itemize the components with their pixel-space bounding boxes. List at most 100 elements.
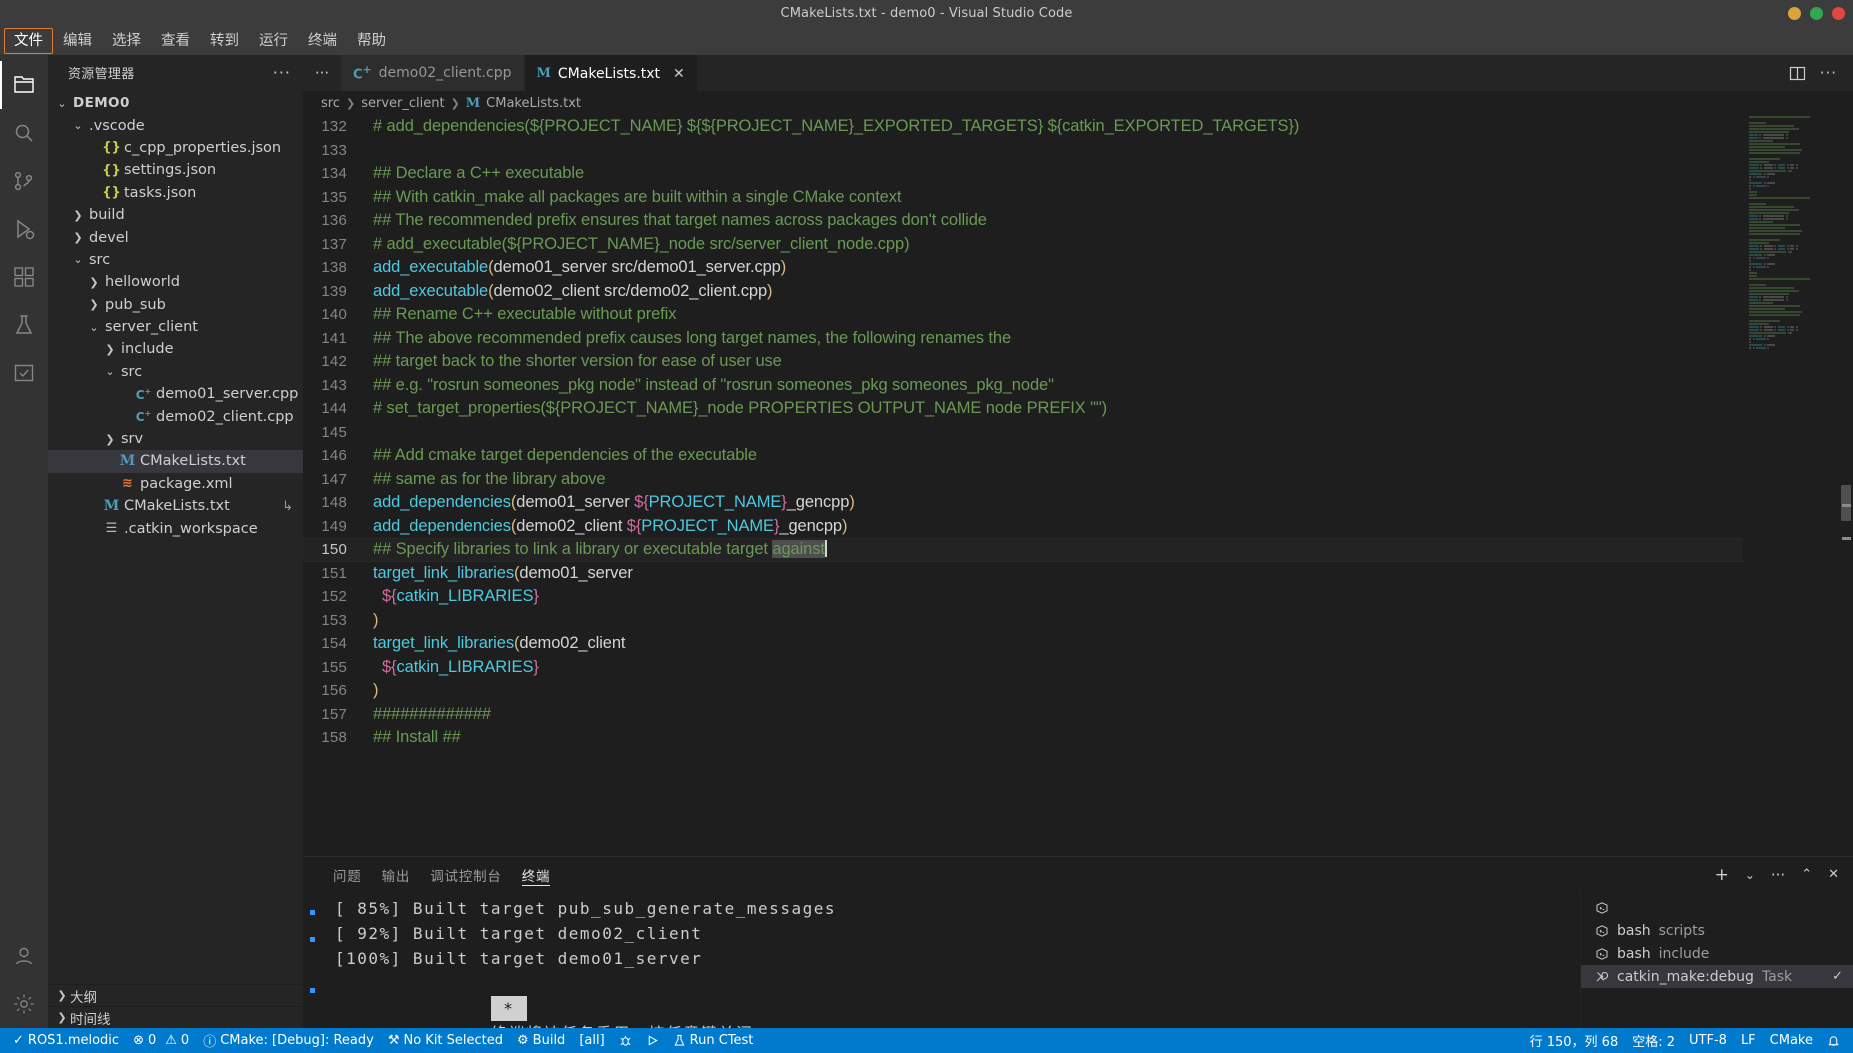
breadcrumb-item-server-client[interactable]: server_client xyxy=(361,96,444,111)
minimap[interactable] xyxy=(1743,115,1839,856)
minimize-button[interactable] xyxy=(1788,7,1801,20)
new-terminal-icon[interactable]: + xyxy=(1715,865,1729,885)
panel-more-icon[interactable]: ··· xyxy=(1771,866,1785,884)
code-line[interactable]: 151 target_link_libraries(demo01_server xyxy=(303,562,1743,586)
code-line[interactable]: 133 xyxy=(303,139,1743,163)
code-line[interactable]: 143 ## e.g. "rosrun someones_pkg node" in… xyxy=(303,374,1743,398)
code-line[interactable]: 135 ## With catkin_make all packages are … xyxy=(303,186,1743,210)
terminal-list-item[interactable]: bash scripts xyxy=(1581,919,1853,942)
menu-file[interactable]: 文件 xyxy=(4,28,53,54)
run-debug-icon[interactable] xyxy=(0,205,48,253)
menu-terminal[interactable]: 终端 xyxy=(298,28,347,54)
terminal-list-item[interactable]: bash include xyxy=(1581,942,1853,965)
tab-demo02-client-cpp[interactable]: C+ demo02_client.cpp xyxy=(341,55,525,91)
code-line[interactable]: 147 ## same as for the library above xyxy=(303,468,1743,492)
tree-item-settings-json[interactable]: {} settings.json xyxy=(48,159,303,181)
close-icon[interactable]: ✕ xyxy=(673,66,685,82)
menu-selection[interactable]: 选择 xyxy=(102,28,151,54)
status-problems[interactable]: ⊗ 0 ⚠ 0 xyxy=(126,1028,196,1053)
maximize-panel-icon[interactable]: ⌃ xyxy=(1801,867,1812,882)
breadcrumb-item-src[interactable]: src xyxy=(321,96,340,111)
more-actions-icon[interactable]: ··· xyxy=(1820,64,1837,82)
status-cursor-position[interactable]: 行 150，列 68 xyxy=(1523,1028,1626,1053)
code-line[interactable]: 141 ## The above recommended prefix cause… xyxy=(303,327,1743,351)
code-line[interactable]: 138 add_executable(demo01_server src/demo… xyxy=(303,256,1743,280)
tab-terminal[interactable]: 终端 xyxy=(512,857,561,892)
code-line[interactable]: 153) xyxy=(303,609,1743,633)
code-editor[interactable]: 132 # add_dependencies(${PROJECT_NAME} ${… xyxy=(303,115,1853,856)
tree-item--vscode[interactable]: ⌄ .vscode xyxy=(48,114,303,136)
tree-item-include[interactable]: ❯ include xyxy=(48,338,303,360)
status-indentation[interactable]: 空格: 2 xyxy=(1625,1028,1682,1053)
scrollbar-thumb[interactable] xyxy=(1841,485,1851,521)
tree-item-src[interactable]: ⌄ src xyxy=(48,249,303,271)
source-control-icon[interactable] xyxy=(0,157,48,205)
code-line[interactable]: 152 ${catkin_LIBRARIES} xyxy=(303,585,1743,609)
tree-item-server-client[interactable]: ⌄ server_client xyxy=(48,316,303,338)
status-encoding[interactable]: UTF-8 xyxy=(1682,1028,1734,1053)
code-line[interactable]: 132 # add_dependencies(${PROJECT_NAME} ${… xyxy=(303,115,1743,139)
code-lines[interactable]: 132 # add_dependencies(${PROJECT_NAME} ${… xyxy=(303,115,1743,856)
maximize-button[interactable] xyxy=(1810,7,1823,20)
status-kit[interactable]: ⚒ No Kit Selected xyxy=(381,1028,510,1053)
sidebar-section-timeline[interactable]: ❯ 时间线 xyxy=(48,1006,303,1028)
testing-icon[interactable] xyxy=(0,301,48,349)
code-line[interactable]: 157 ############# xyxy=(303,703,1743,727)
tree-item--catkin-workspace[interactable]: ☰ .catkin_workspace xyxy=(48,517,303,539)
code-line[interactable]: 149 add_dependencies(demo02_client ${PROJ… xyxy=(303,515,1743,539)
status-notifications[interactable] xyxy=(1820,1028,1847,1053)
editor-scrollbar[interactable] xyxy=(1839,115,1853,856)
search-icon[interactable] xyxy=(0,109,48,157)
tab-output[interactable]: 输出 xyxy=(372,857,421,892)
status-launch[interactable] xyxy=(639,1028,666,1053)
status-language-mode[interactable]: CMake xyxy=(1763,1028,1820,1053)
code-line[interactable]: 142 ## target back to the shorter version… xyxy=(303,350,1743,374)
tree-item-devel[interactable]: ❯ devel xyxy=(48,226,303,248)
status-debug[interactable] xyxy=(612,1028,639,1053)
cmake-icon[interactable] xyxy=(0,349,48,397)
terminal-output[interactable]: [ 85%] Built target pub_sub_generate_mes… xyxy=(323,892,1580,1028)
tab-problems[interactable]: 问题 xyxy=(323,857,372,892)
code-line[interactable]: 158 ## Install ## xyxy=(303,726,1743,750)
breadcrumb-item-file[interactable]: CMakeLists.txt xyxy=(486,96,581,111)
tree-item-cmakelists-txt[interactable]: M CMakeLists.txt ↳ xyxy=(48,495,303,517)
tree-item-package-xml[interactable]: ≋ package.xml xyxy=(48,473,303,495)
tab-overflow-icon[interactable]: ··· xyxy=(303,55,341,91)
tab-cmakelists-txt[interactable]: M CMakeLists.txt ✕ xyxy=(524,55,698,91)
code-line-active[interactable]: 150 ## Specify libraries to link a librar… xyxy=(303,538,1743,562)
tree-item-cmakelists-txt[interactable]: M CMakeLists.txt xyxy=(48,450,303,473)
tree-item-c-cpp-properties-json[interactable]: {} c_cpp_properties.json xyxy=(48,137,303,159)
code-line[interactable]: 145 xyxy=(303,421,1743,445)
tree-item-demo02-client-cpp[interactable]: C+ demo02_client.cpp xyxy=(48,405,303,427)
code-line[interactable]: 134 ## Declare a C++ executable xyxy=(303,162,1743,186)
menu-go[interactable]: 转到 xyxy=(200,28,249,54)
tree-item-demo01-server-cpp[interactable]: C+ demo01_server.cpp xyxy=(48,383,303,405)
code-line[interactable]: 139 add_executable(demo02_client src/demo… xyxy=(303,280,1743,304)
status-target[interactable]: [all] xyxy=(572,1028,611,1053)
tree-item-build[interactable]: ❯ build xyxy=(48,204,303,226)
tree-item-helloworld[interactable]: ❯ helloworld xyxy=(48,271,303,293)
menu-run[interactable]: 运行 xyxy=(249,28,298,54)
tree-item-srv[interactable]: ❯ srv xyxy=(48,428,303,450)
accounts-icon[interactable] xyxy=(0,932,48,980)
sidebar-more-icon[interactable]: ··· xyxy=(273,63,291,82)
close-panel-icon[interactable]: ✕ xyxy=(1828,867,1839,882)
code-line[interactable]: 148 add_dependencies(demo01_server ${PROJ… xyxy=(303,491,1743,515)
menu-help[interactable]: 帮助 xyxy=(347,28,396,54)
status-ctest[interactable]: Run CTest xyxy=(666,1028,761,1053)
status-cmake[interactable]: ⓘ CMake: [Debug]: Ready xyxy=(196,1028,381,1053)
tree-item-tasks-json[interactable]: {} tasks.json xyxy=(48,182,303,204)
tree-item-pub-sub[interactable]: ❯ pub_sub xyxy=(48,294,303,316)
split-editor-icon[interactable] xyxy=(1789,65,1806,82)
tree-item-demo0[interactable]: ⌄ DEMO0 xyxy=(48,92,303,114)
status-build[interactable]: ⚙ Build xyxy=(510,1028,572,1053)
code-line[interactable]: 140 ## Rename C++ executable without pref… xyxy=(303,303,1743,327)
split-terminal-chevron-icon[interactable]: ⌄ xyxy=(1745,868,1755,882)
status-ros[interactable]: ✓ ROS1.melodic xyxy=(6,1028,126,1053)
code-line[interactable]: 137 # add_executable(${PROJECT_NAME}_node… xyxy=(303,233,1743,257)
code-line[interactable]: 155 ${catkin_LIBRARIES} xyxy=(303,656,1743,680)
code-line[interactable]: 144 # set_target_properties(${PROJECT_NAM… xyxy=(303,397,1743,421)
menu-view[interactable]: 查看 xyxy=(151,28,200,54)
code-line[interactable]: 156) xyxy=(303,679,1743,703)
terminal-list-item[interactable] xyxy=(1581,896,1853,919)
